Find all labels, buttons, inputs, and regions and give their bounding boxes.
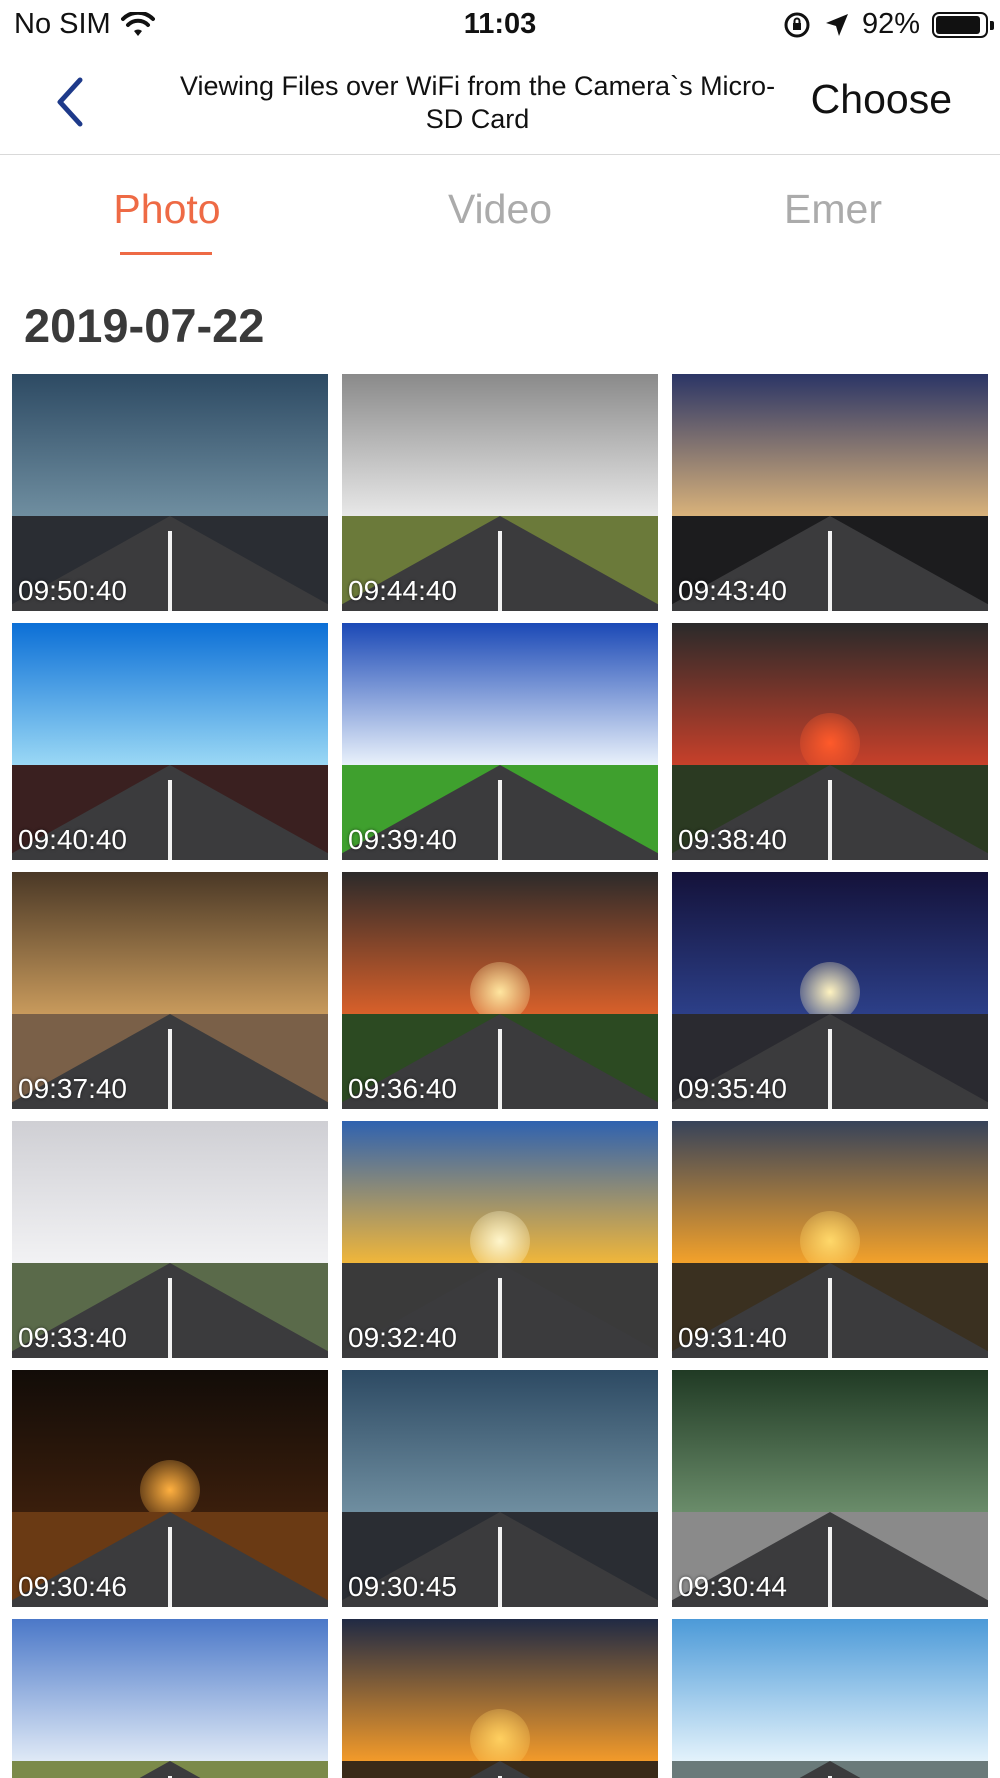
photo-thumbnail[interactable]: 09:37:40	[12, 872, 328, 1109]
photo-timestamp: 09:30:45	[348, 1571, 457, 1602]
page-title: Viewing Files over WiFi from the Camera`…	[179, 71, 776, 134]
tab-photo[interactable]: Photo	[67, 186, 267, 233]
choose-button[interactable]: Choose	[811, 76, 952, 123]
navigation-bar: Viewing Files over WiFi from the Camera`…	[0, 52, 1000, 155]
thumbnail-sky	[672, 1370, 988, 1513]
status-right: 92%	[782, 8, 994, 41]
thumbnail-road-line	[498, 1029, 502, 1109]
photo-thumbnail[interactable]: 09:33:40	[12, 1121, 328, 1358]
photo-thumbnail[interactable]: 09:32:40	[342, 1121, 658, 1358]
active-tab-indicator	[120, 252, 212, 255]
thumbnail-road-line	[168, 780, 172, 860]
photo-thumbnail[interactable]: 09:30:45	[342, 1370, 658, 1607]
photo-timestamp: 09:37:40	[18, 1073, 127, 1104]
photo-timestamp: 09:32:40	[348, 1322, 457, 1353]
thumbnail-light	[140, 1460, 200, 1520]
photo-timestamp: 09:40:40	[18, 824, 127, 855]
thumbnail-road-line	[828, 1278, 832, 1358]
photo-timestamp: 09:35:40	[678, 1073, 787, 1104]
thumbnail-sky	[12, 1121, 328, 1264]
location-arrow-icon	[825, 13, 848, 36]
battery-tip	[990, 20, 994, 30]
photo-thumbnail[interactable]: 09:35:40	[672, 872, 988, 1109]
battery-percent: 92%	[861, 8, 920, 40]
photo-thumbnail[interactable]: 09:36:40	[342, 872, 658, 1109]
photo-thumbnail[interactable]: 09:50:40	[12, 374, 328, 611]
photo-thumbnail[interactable]: 09:44:40	[342, 374, 658, 611]
thumbnail-road-line	[498, 531, 502, 611]
photo-thumbnail[interactable]: 09:30:44	[672, 1370, 988, 1607]
thumbnail-road-line	[168, 531, 172, 611]
thumbnail-road-line	[828, 531, 832, 611]
photo-thumbnail[interactable]: 09:30:46	[12, 1370, 328, 1607]
chevron-left-icon	[57, 77, 83, 127]
thumbnail-sky	[12, 1619, 328, 1762]
thumbnail-sky	[672, 1619, 988, 1762]
thumbnail-light	[800, 1211, 860, 1271]
thumbnail-sky	[672, 374, 988, 517]
thumbnail-road-line	[168, 1278, 172, 1358]
thumbnail-road-line	[498, 1527, 502, 1607]
photo-timestamp: 09:36:40	[348, 1073, 457, 1104]
thumbnail-sky	[342, 374, 658, 517]
photo-thumbnail[interactable]	[342, 1619, 658, 1778]
photo-thumbnail[interactable]	[672, 1619, 988, 1778]
photo-timestamp: 09:43:40	[678, 575, 787, 606]
photo-timestamp: 09:39:40	[348, 824, 457, 855]
photo-timestamp: 09:38:40	[678, 824, 787, 855]
photo-thumbnail[interactable]: 09:31:40	[672, 1121, 988, 1358]
photo-timestamp: 09:30:46	[18, 1571, 127, 1602]
tab-bar: Photo Video Emer	[0, 186, 1000, 261]
thumbnail-road-line	[168, 1029, 172, 1109]
photo-timestamp: 09:33:40	[18, 1322, 127, 1353]
thumbnail-sky	[12, 374, 328, 517]
thumbnail-sky	[342, 623, 658, 766]
thumbnail-road-line	[498, 1278, 502, 1358]
thumbnail-road-line	[168, 1527, 172, 1607]
thumbnail-light	[800, 962, 860, 1022]
battery-icon	[932, 11, 994, 38]
thumbnail-road-line	[828, 1527, 832, 1607]
photo-timestamp: 09:50:40	[18, 575, 127, 606]
photo-timestamp: 09:44:40	[348, 575, 457, 606]
date-heading: 2019-07-22	[24, 299, 265, 352]
thumbnail-sky	[12, 872, 328, 1015]
thumbnail-sky	[12, 623, 328, 766]
photo-timestamp: 09:30:44	[678, 1571, 787, 1602]
photo-thumbnail[interactable]: 09:40:40	[12, 623, 328, 860]
orientation-lock-icon	[784, 12, 810, 37]
tab-emer[interactable]: Emer	[733, 186, 933, 233]
tab-video[interactable]: Video	[400, 186, 600, 233]
photo-thumbnail[interactable]: 09:38:40	[672, 623, 988, 860]
photo-thumbnail[interactable]	[12, 1619, 328, 1778]
thumbnail-light	[470, 1709, 530, 1769]
back-button[interactable]	[50, 74, 100, 134]
thumbnail-road-line	[828, 780, 832, 860]
status-bar: No SIM 11:03 92%	[0, 0, 1000, 52]
thumbnail-road-line	[828, 1029, 832, 1109]
thumbnail-light	[800, 713, 860, 773]
thumbnail-light	[470, 962, 530, 1022]
thumbnail-road-line	[498, 780, 502, 860]
thumbnail-light	[470, 1211, 530, 1271]
photo-thumbnail[interactable]: 09:39:40	[342, 623, 658, 860]
thumbnail-sky	[342, 1370, 658, 1513]
battery-level	[936, 15, 981, 34]
photo-thumbnail[interactable]: 09:43:40	[672, 374, 988, 611]
photo-timestamp: 09:31:40	[678, 1322, 787, 1353]
